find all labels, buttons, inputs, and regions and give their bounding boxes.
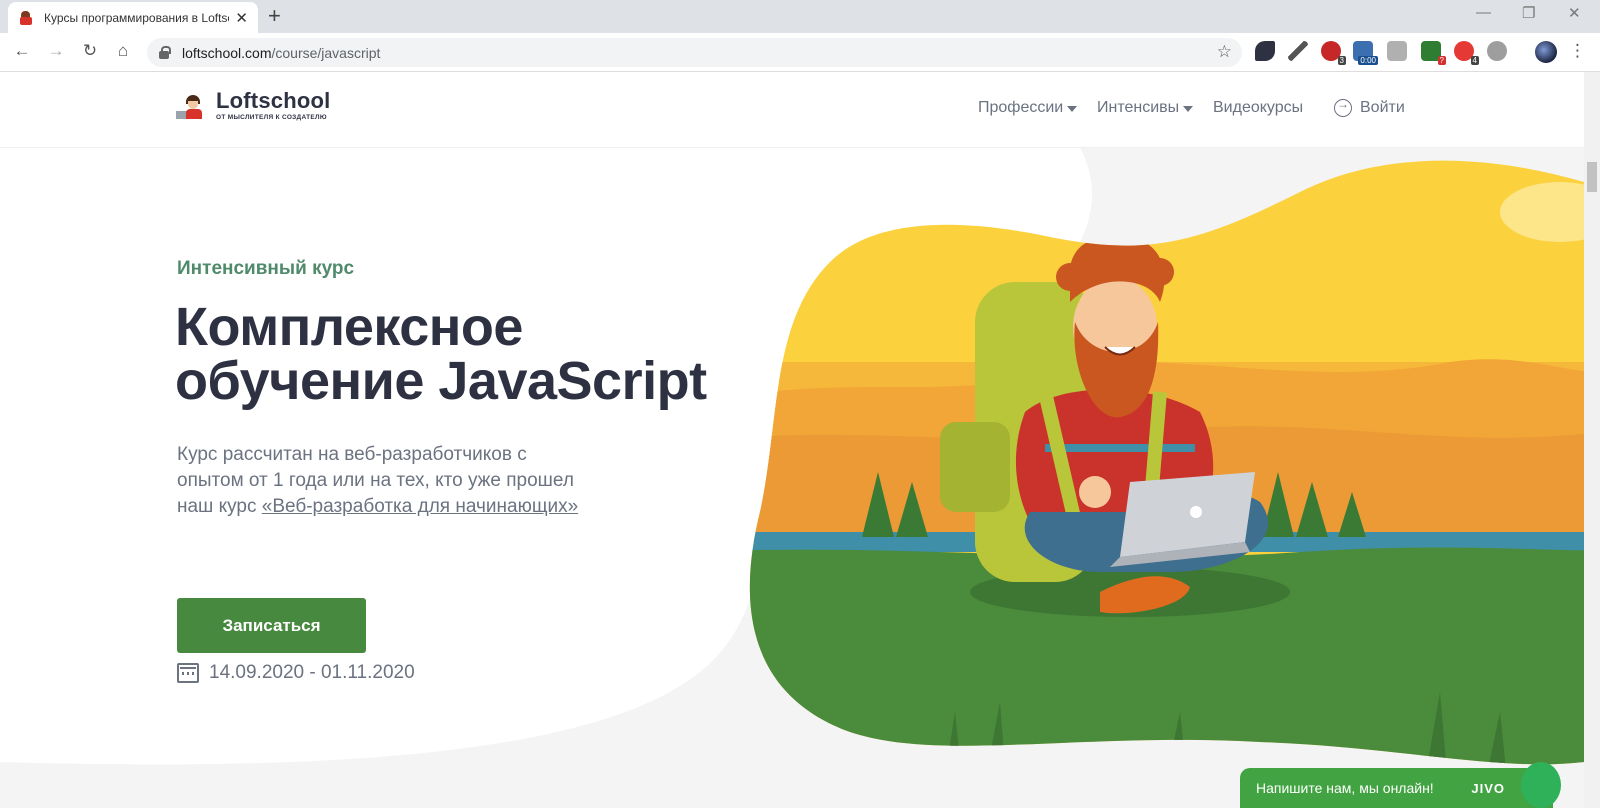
bookmark-star-icon[interactable]: ☆: [1217, 42, 1232, 62]
hero-title-line1: Комплексное: [175, 297, 523, 357]
window-restore-button[interactable]: ❐: [1522, 4, 1535, 22]
site-logo[interactable]: Loftschool ОТ МЫСЛИТЕЛЯ К СОЗДАТЕЛЮ: [176, 90, 330, 121]
scrollbar-thumb[interactable]: [1587, 162, 1597, 192]
calendar-icon: [177, 663, 199, 683]
tab-close-icon[interactable]: ✕: [235, 9, 248, 27]
window-close-button[interactable]: ✕: [1568, 4, 1581, 22]
loftschool-favicon-icon: [18, 10, 34, 26]
window-minimize-button[interactable]: —: [1476, 4, 1491, 21]
eyedropper-icon[interactable]: [1288, 41, 1308, 61]
enroll-button[interactable]: Записаться: [177, 598, 366, 653]
page-scrollbar[interactable]: [1584, 72, 1600, 808]
browser-toolbar: ← → ↻ ⌂ loftschool.com/course/javascript…: [0, 33, 1600, 72]
home-button[interactable]: ⌂: [113, 41, 133, 61]
jivo-logo: JIVO: [1471, 780, 1505, 796]
address-bar[interactable]: loftschool.com/course/javascript ☆: [147, 38, 1242, 67]
hero-description: Курс рассчитан на веб-разработчиков с оп…: [177, 442, 587, 520]
opera-icon[interactable]: 4: [1454, 41, 1479, 65]
chat-status-icon: [1521, 762, 1561, 808]
nav-intensives[interactable]: Интенсивы: [1097, 99, 1194, 117]
browser-menu-icon[interactable]: ⋮: [1569, 41, 1586, 61]
url-text[interactable]: loftschool.com/course/javascript: [182, 45, 380, 61]
nav-videocourses[interactable]: Видеокурсы: [1213, 99, 1303, 117]
leaf-icon[interactable]: [1255, 41, 1275, 61]
browser-tab[interactable]: Курсы программирования в Loftschool ✕: [8, 2, 258, 33]
reload-button[interactable]: ↻: [80, 41, 100, 61]
hero-background: [0, 72, 1584, 808]
profile-avatar[interactable]: [1535, 41, 1557, 63]
nav-login-label: Войти: [1360, 99, 1405, 116]
nav-intensives-label: Интенсивы: [1097, 99, 1180, 116]
logo-tagline: ОТ МЫСЛИТЕЛЯ К СОЗДАТЕЛЮ: [216, 114, 327, 121]
adblock-icon[interactable]: 3: [1321, 41, 1346, 65]
browser-tabbar: Курсы программирования в Loftschool ✕ + …: [0, 0, 1600, 33]
url-host: loftschool.com: [182, 44, 272, 61]
hero-title: Комплексное обучение JavaScript: [175, 300, 775, 408]
url-path: /course/javascript: [271, 44, 381, 61]
back-button[interactable]: ←: [12, 41, 32, 61]
loftschool-logo-icon: [176, 91, 210, 121]
chevron-down-icon: [1067, 106, 1078, 112]
lock-icon: [159, 45, 171, 59]
course-dates-text: 14.09.2020 - 01.11.2020: [209, 662, 415, 683]
chat-label: Напишите нам, мы онлайн!: [1256, 780, 1434, 796]
login-icon: [1334, 97, 1352, 117]
beginner-course-link[interactable]: «Веб-разработка для начинающих»: [262, 496, 578, 517]
new-tab-button[interactable]: +: [268, 4, 281, 28]
nav-login[interactable]: Войти: [1334, 97, 1405, 117]
hero-title-line2: обучение JavaScript: [175, 351, 707, 411]
logo-name: Loftschool: [216, 88, 331, 113]
nav-videocourses-label: Видеокурсы: [1213, 99, 1304, 116]
logo-text: Loftschool ОТ МЫСЛИТЕЛЯ К СОЗДАТЕЛЮ: [216, 88, 331, 122]
forward-button[interactable]: →: [46, 41, 66, 61]
hero-eyebrow: Интенсивный курс: [177, 258, 355, 279]
tab-title: Курсы программирования в Loftschool: [44, 10, 229, 25]
page-viewport: Loftschool ОТ МЫСЛИТЕЛЯ К СОЗДАТЕЛЮ Проф…: [0, 72, 1584, 808]
screen-ext-icon[interactable]: ?: [1421, 41, 1446, 65]
live-chat-widget[interactable]: Напишите нам, мы онлайн! JIVO: [1240, 762, 1561, 808]
chevron-down-icon: [1183, 106, 1194, 112]
nav-professions-label: Профессии: [978, 99, 1064, 116]
eye-ext-icon[interactable]: [1487, 41, 1507, 61]
course-dates: 14.09.2020 - 01.11.2020: [177, 662, 415, 684]
avatar-ext-icon[interactable]: [1387, 41, 1407, 61]
nav-professions[interactable]: Профессии: [978, 99, 1078, 117]
site-header: Loftschool ОТ МЫСЛИТЕЛЯ К СОЗДАТЕЛЮ Проф…: [0, 72, 1584, 148]
share-timer-icon[interactable]: 0:00: [1353, 41, 1378, 65]
